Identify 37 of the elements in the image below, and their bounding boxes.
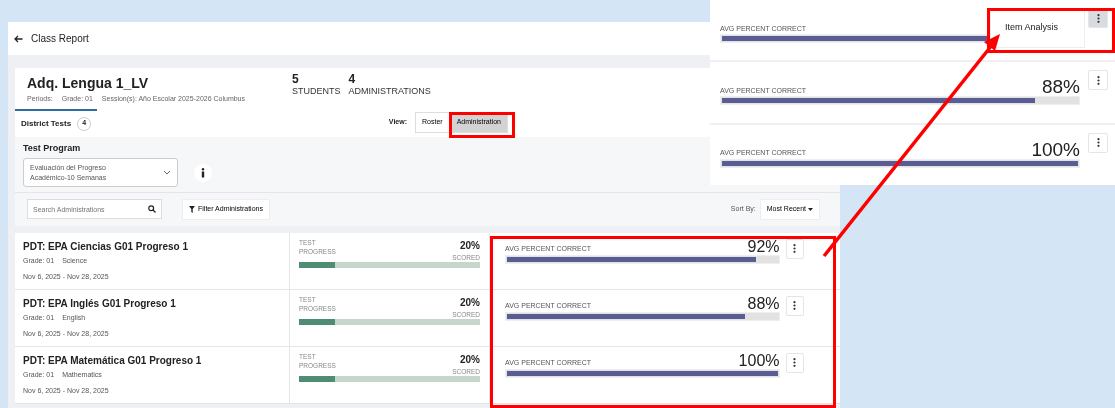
info-icon[interactable] (194, 163, 212, 182)
progress-value: 20% (459, 238, 480, 253)
highlight-frame (449, 112, 515, 138)
funnel-icon (189, 205, 195, 213)
search-icon (148, 205, 156, 214)
vertical-dots-icon (793, 301, 797, 310)
back-arrow-icon[interactable] (14, 34, 23, 43)
vertical-dots-icon (1096, 75, 1100, 85)
administration-title: PDT: EPA Matemática G01 Progreso 1 (23, 353, 203, 368)
metric-value: 92% (747, 238, 780, 255)
progress-value: 20% (459, 352, 480, 367)
more-options-button[interactable] (1088, 132, 1108, 153)
stat-value: 5 (292, 73, 300, 85)
metric-value: 100% (1031, 139, 1080, 159)
page-title: Class Report (31, 32, 89, 46)
tab-label: District Tests (21, 117, 72, 130)
administration-title: PDT: EPA Inglés G01 Progreso 1 (23, 296, 177, 311)
more-options-button[interactable] (1088, 70, 1108, 91)
vertical-dots-icon (793, 358, 797, 367)
stat-value: 4 (348, 73, 357, 85)
administration-title: PDT: EPA Ciencias G01 Progreso 1 (23, 239, 190, 254)
menu-item[interactable]: Item Analysis (1005, 21, 1059, 35)
vertical-dots-icon (793, 244, 797, 253)
field-label: Test Program (23, 142, 81, 153)
more-options-button[interactable] (785, 295, 804, 316)
progress-value: 20% (459, 295, 480, 310)
metric-value: 88% (747, 295, 780, 312)
more-options-button[interactable] (785, 352, 804, 373)
stat-label: STUDENTS (292, 85, 341, 98)
caret-icon (808, 207, 813, 211)
class-name: Adq. Lengua 1_LV (27, 74, 150, 93)
vertical-dots-icon (1096, 138, 1100, 148)
stat-label: ADMINISTRATIONS (348, 85, 431, 98)
metric-value: 88% (1041, 77, 1080, 97)
metric-value: 100% (738, 352, 780, 369)
chevron-icon (163, 170, 171, 175)
vertical-dots-icon (1096, 13, 1100, 23)
